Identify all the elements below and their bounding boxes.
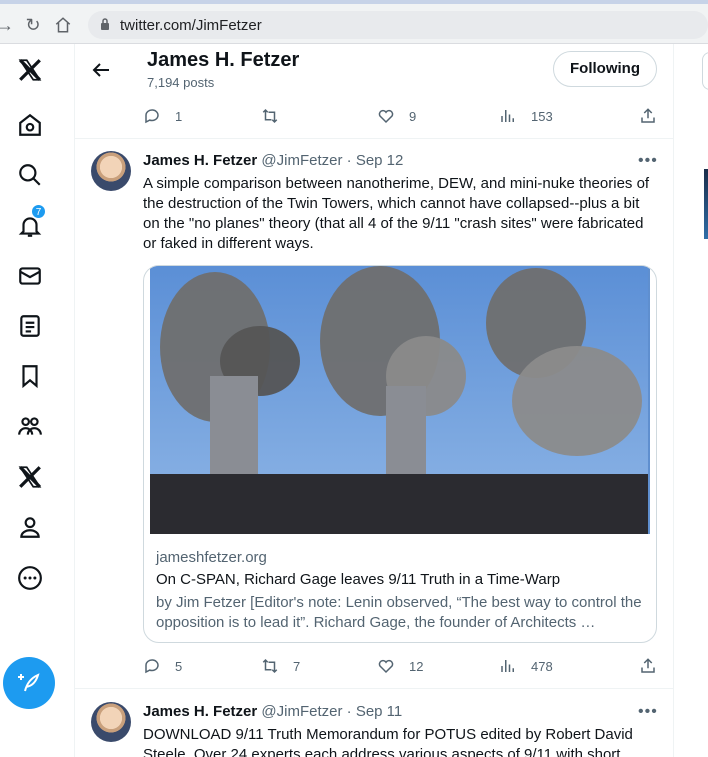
author-handle[interactable]: @JimFetzer — [261, 152, 342, 169]
avatar[interactable] — [91, 151, 131, 191]
views-button[interactable]: 153 — [499, 106, 553, 126]
separator-dot: · — [346, 152, 352, 169]
retweet-count: 7 — [293, 658, 301, 674]
avatar[interactable] — [91, 702, 131, 742]
notification-badge: 7 — [31, 204, 46, 219]
more-options-icon[interactable] — [14, 562, 46, 594]
premium-x-icon[interactable] — [14, 461, 46, 493]
tweet-header: James H. Fetzer @JimFetzer · Sep 12 — [143, 152, 403, 169]
tweet-text: A simple comparison between nanotherime,… — [143, 175, 650, 252]
retweet-button[interactable] — [261, 106, 293, 126]
share-icon — [641, 108, 655, 123]
communities-icon[interactable] — [14, 410, 46, 442]
card-description: by Jim Fetzer [Editor's note: Lenin obse… — [156, 594, 642, 631]
reply-icon — [145, 109, 159, 124]
card-title: On C-SPAN, Richard Gage leaves 9/11 Trut… — [156, 571, 561, 588]
compose-post-button[interactable] — [3, 657, 55, 709]
share-icon — [641, 658, 655, 673]
following-button[interactable]: Following — [553, 51, 657, 87]
share-button[interactable] — [639, 656, 671, 676]
lock-icon — [101, 18, 109, 30]
sidebar-nav: 7 — [0, 44, 75, 757]
reply-count: 1 — [175, 108, 183, 124]
divider — [75, 138, 673, 139]
author-name[interactable]: James H. Fetzer — [143, 152, 257, 169]
tweet-date[interactable]: Sep 11 — [356, 703, 402, 720]
notifications-icon[interactable]: 7 — [14, 204, 46, 242]
back-arrow-icon[interactable] — [89, 58, 113, 82]
retweet-button[interactable]: 7 — [261, 656, 300, 676]
card-domain: jameshfetzer.org — [156, 549, 267, 566]
tweet-text: DOWNLOAD 9/11 Truth Memorandum for POTUS… — [143, 726, 633, 757]
heart-icon — [378, 659, 394, 674]
like-button[interactable]: 9 — [377, 106, 416, 126]
home-browser-icon[interactable] — [52, 14, 74, 36]
views-count: 478 — [531, 658, 553, 674]
bookmarks-icon[interactable] — [14, 360, 46, 392]
retweet-icon — [262, 658, 278, 674]
timeline-column: James H. Fetzer 7,194 posts Following 1 … — [75, 44, 674, 757]
profile-header: James H. Fetzer 7,194 posts Following — [75, 44, 673, 96]
profile-name: James H. Fetzer — [147, 49, 300, 71]
trend-image-edge — [704, 169, 708, 239]
heart-icon — [378, 109, 394, 124]
author-name[interactable]: James H. Fetzer — [143, 703, 257, 720]
x-logo-icon[interactable] — [14, 54, 46, 86]
card-image — [150, 266, 650, 534]
analytics-icon — [501, 660, 514, 672]
analytics-icon — [501, 110, 514, 122]
separator-dot: · — [346, 703, 352, 720]
url-text: twitter.com/JimFetzer — [120, 17, 262, 34]
more-options-icon[interactable]: ••• — [638, 704, 658, 725]
like-button[interactable]: 12 — [377, 656, 423, 676]
reply-count: 5 — [175, 658, 183, 674]
post-count: 7,194 posts — [147, 75, 215, 90]
profile-icon[interactable] — [14, 511, 46, 543]
search-icon[interactable] — [14, 159, 46, 191]
tweet-header: James H. Fetzer @JimFetzer · Sep 11 — [143, 703, 402, 720]
feather-plus-icon — [18, 673, 40, 692]
search-box-edge[interactable] — [702, 52, 708, 90]
home-icon[interactable] — [14, 109, 46, 141]
views-button[interactable]: 478 — [499, 656, 553, 676]
right-sidebar — [674, 44, 708, 757]
like-count: 9 — [409, 108, 417, 124]
link-card[interactable]: jameshfetzer.org On C-SPAN, Richard Gage… — [143, 265, 657, 643]
like-count: 12 — [409, 658, 424, 674]
tweet-date[interactable]: Sep 12 — [356, 152, 404, 169]
share-button[interactable] — [639, 106, 671, 126]
tweet-actions: 5 7 12 478 — [143, 656, 657, 676]
reply-icon — [145, 659, 159, 674]
lists-icon[interactable] — [14, 310, 46, 342]
divider — [75, 688, 673, 689]
address-bar[interactable]: twitter.com/JimFetzer — [88, 11, 708, 39]
browser-toolbar: → ↻ twitter.com/JimFetzer — [0, 0, 708, 44]
retweet-icon — [262, 108, 278, 124]
more-options-icon[interactable]: ••• — [638, 153, 658, 174]
reload-icon[interactable]: ↻ — [22, 14, 44, 36]
messages-icon[interactable] — [14, 260, 46, 292]
views-count: 153 — [531, 108, 553, 124]
forward-icon[interactable]: → — [0, 14, 16, 36]
author-handle[interactable]: @JimFetzer — [261, 703, 342, 720]
reply-button[interactable]: 5 — [143, 656, 182, 676]
reply-button[interactable]: 1 — [143, 106, 182, 126]
prev-tweet-actions: 1 9 153 — [143, 106, 657, 126]
